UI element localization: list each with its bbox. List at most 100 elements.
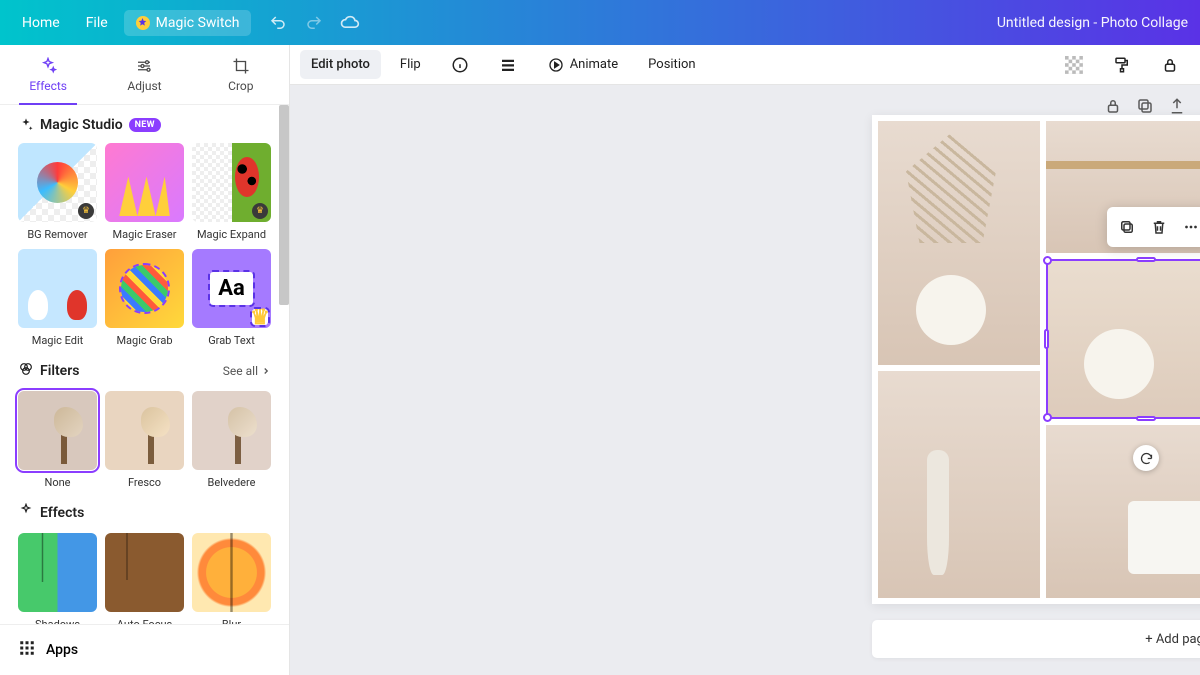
lock-icon	[1161, 56, 1179, 74]
tab-crop-label: Crop	[228, 79, 253, 93]
paint-roller-icon	[1113, 56, 1131, 74]
lock-button[interactable]	[1150, 49, 1190, 81]
canvas-stage[interactable]: + Add page	[290, 85, 1200, 675]
effects-section-title: Effects	[40, 505, 84, 521]
tool-label: Magic Edit	[32, 334, 84, 347]
side-tabs: Effects Adjust Crop	[0, 45, 289, 105]
align-button[interactable]	[488, 49, 528, 81]
page-lock-icon[interactable]	[1104, 97, 1122, 115]
effect-shadows[interactable]: Shadows	[18, 533, 97, 624]
premium-crown-icon: ♛	[78, 203, 94, 219]
tab-adjust[interactable]: Adjust	[96, 45, 192, 104]
tool-magic-expand[interactable]: ♛Magic Expand	[192, 143, 271, 241]
sidebar-scrollbar[interactable]	[279, 105, 289, 305]
collage-cell[interactable]	[878, 121, 1040, 365]
new-badge: NEW	[129, 118, 161, 132]
resize-handle-sw[interactable]	[1043, 413, 1052, 422]
effects-grid: Shadows Auto Focus Blur	[18, 533, 271, 624]
page-duplicate-icon[interactable]	[1136, 97, 1154, 115]
effect-auto-focus[interactable]: Auto Focus	[105, 533, 184, 624]
animate-button[interactable]: Animate	[536, 49, 629, 81]
resize-handle-s[interactable]	[1136, 416, 1156, 421]
tool-label: Magic Grab	[116, 334, 172, 347]
topbar-left: Home File Magic Switch	[12, 9, 361, 37]
undo-button[interactable]	[267, 12, 289, 34]
tool-grab-text[interactable]: Aa♛Grab Text	[192, 249, 271, 347]
apps-label: Apps	[46, 642, 78, 658]
filter-none[interactable]: None	[18, 391, 97, 489]
lines-icon	[499, 56, 517, 74]
rotate-handle[interactable]	[1133, 445, 1159, 471]
apps-button[interactable]: Apps	[0, 624, 289, 675]
filter-belvedere[interactable]: Belvedere	[192, 391, 271, 489]
floating-toolbar	[1107, 207, 1200, 247]
crop-icon	[232, 57, 250, 75]
main-area: Effects Adjust Crop Magic Studio NEW ♛ BG…	[0, 45, 1200, 675]
info-button[interactable]	[440, 49, 480, 81]
effect-blur[interactable]: Blur	[192, 533, 271, 624]
tool-magic-grab[interactable]: Magic Grab	[105, 249, 184, 347]
more-button[interactable]	[1177, 213, 1200, 241]
flip-button[interactable]: Flip	[389, 50, 432, 79]
cloud-sync-icon[interactable]	[339, 12, 361, 34]
magic-studio-title: Magic Studio	[40, 117, 123, 133]
magic-switch-button[interactable]: Magic Switch	[124, 10, 252, 36]
tool-magic-eraser[interactable]: Magic Eraser	[105, 143, 184, 241]
tool-magic-edit[interactable]: Magic Edit	[18, 249, 97, 347]
duplicate-button[interactable]	[1113, 213, 1141, 241]
fx-icon	[18, 503, 34, 523]
transparency-icon	[1065, 56, 1083, 74]
filters-grid: None Fresco Belvedere	[18, 391, 271, 489]
side-panel: Effects Adjust Crop Magic Studio NEW ♛ BG…	[0, 45, 290, 675]
magic-switch-label: Magic Switch	[156, 15, 240, 31]
tool-label: BG Remover	[27, 228, 87, 241]
effects-section-header: Effects	[18, 503, 271, 523]
tab-effects-label: Effects	[29, 79, 67, 93]
context-toolbar: Edit photo Flip Animate Position	[290, 45, 1200, 85]
premium-crown-icon: ♛	[252, 203, 268, 219]
filter-fresco[interactable]: Fresco	[105, 391, 184, 489]
collage-cell[interactable]	[1046, 425, 1200, 598]
side-content: Magic Studio NEW ♛ BG Remover Magic Erase…	[0, 105, 289, 624]
selection-frame[interactable]	[1046, 259, 1200, 419]
redo-button[interactable]	[303, 12, 325, 34]
filters-icon	[18, 361, 34, 381]
tool-label: Magic Eraser	[113, 228, 177, 241]
filter-label: Fresco	[128, 476, 161, 489]
tab-adjust-label: Adjust	[127, 79, 161, 93]
resize-handle-n[interactable]	[1136, 257, 1156, 262]
premium-crown-icon: ♛	[252, 309, 268, 325]
filter-label: Belvedere	[208, 476, 256, 489]
magic-studio-header: Magic Studio NEW	[18, 117, 271, 133]
tool-bg-remover[interactable]: ♛ BG Remover	[18, 143, 97, 241]
sparkle-icon	[18, 117, 34, 133]
transparency-button[interactable]	[1054, 49, 1094, 81]
magic-studio-grid: ♛ BG Remover Magic Eraser ♛Magic Expand M…	[18, 143, 271, 347]
delete-button[interactable]	[1145, 213, 1173, 241]
page-share-icon[interactable]	[1168, 97, 1186, 115]
page-actions	[1104, 97, 1186, 115]
apps-icon	[18, 639, 36, 661]
filters-title: Filters	[40, 363, 79, 379]
style-copy-button[interactable]	[1102, 49, 1142, 81]
magic-switch-icon	[136, 16, 150, 30]
top-bar: Home File Magic Switch Untitled design -…	[0, 0, 1200, 45]
topbar-history-icons	[267, 12, 361, 34]
file-button[interactable]: File	[76, 9, 118, 37]
tab-effects[interactable]: Effects	[0, 45, 96, 104]
resize-handle-w[interactable]	[1044, 329, 1049, 349]
collage-cell[interactable]	[878, 371, 1040, 598]
tool-label: Grab Text	[208, 334, 255, 347]
home-button[interactable]: Home	[12, 9, 70, 37]
tab-crop[interactable]: Crop	[193, 45, 289, 104]
edit-photo-button[interactable]: Edit photo	[300, 50, 381, 79]
effects-icon	[39, 57, 57, 75]
add-page-button[interactable]: + Add page	[872, 620, 1200, 658]
position-button[interactable]: Position	[637, 50, 706, 79]
info-icon	[451, 56, 469, 74]
filters-see-all[interactable]: See all	[223, 364, 271, 378]
resize-handle-nw[interactable]	[1043, 256, 1052, 265]
canvas-area: Edit photo Flip Animate Position	[290, 45, 1200, 675]
document-title[interactable]: Untitled design - Photo Collage	[997, 15, 1188, 31]
filter-label: None	[44, 476, 70, 489]
